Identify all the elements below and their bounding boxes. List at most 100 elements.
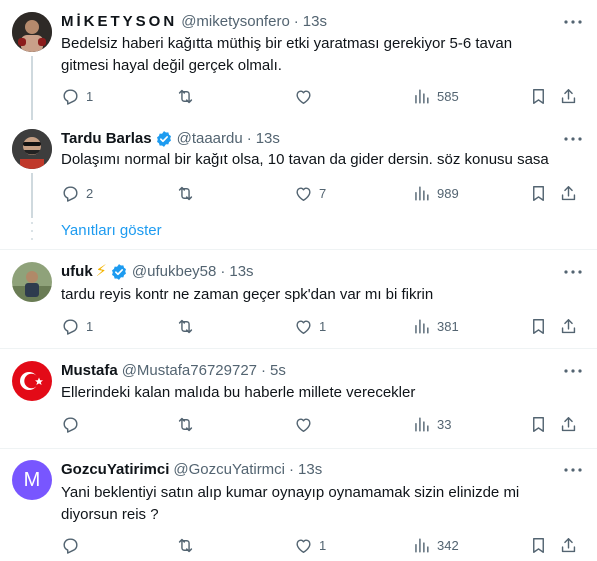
more-icon[interactable] (563, 262, 583, 282)
verified-badge-icon (156, 131, 171, 147)
separator: · (293, 13, 299, 30)
tweet-3[interactable]: ufuk ⚡ @ufukbey58 · 13s tardu reyis kont… (0, 250, 597, 348)
retweet-button[interactable] (176, 535, 195, 555)
like-button[interactable] (294, 86, 313, 106)
reply-count: 1 (86, 88, 94, 104)
share-button[interactable] (559, 183, 578, 203)
timestamp[interactable]: 13s (256, 129, 280, 149)
more-icon[interactable] (563, 460, 583, 480)
bookmark-button[interactable] (529, 183, 548, 203)
tweet-text: Ellerindeki kalan malıda bu haberle mill… (61, 384, 416, 401)
reply-count: 1 (86, 318, 94, 334)
like-icon (294, 415, 313, 434)
timestamp[interactable]: 13s (229, 262, 253, 282)
bookmark-icon (529, 87, 548, 106)
views-button[interactable]: 33 (412, 414, 451, 434)
tweet-1[interactable]: MİKETYSON @miketysonfero · 13s Bedelsiz … (0, 0, 597, 121)
retweet-button[interactable] (176, 86, 195, 106)
reply-button[interactable]: 2 (61, 183, 93, 203)
avatar[interactable] (12, 12, 52, 52)
share-icon (559, 184, 578, 203)
tweet-5[interactable]: M GozcuYatirimci @GozcuYatirmci · 13s Ya… (0, 449, 597, 561)
more-icon[interactable] (563, 361, 583, 381)
reply-button[interactable]: 1 (61, 316, 93, 336)
like-count: 7 (319, 185, 327, 201)
like-button[interactable]: 1 (294, 535, 326, 555)
display-name[interactable]: ufuk (61, 262, 93, 282)
retweet-icon (176, 536, 195, 555)
retweet-icon (176, 317, 195, 336)
views-icon (412, 87, 431, 106)
retweet-button[interactable] (176, 183, 195, 203)
bookmark-button[interactable] (529, 414, 548, 434)
timestamp[interactable]: 13s (303, 12, 327, 32)
share-button[interactable] (559, 535, 578, 555)
avatar[interactable] (12, 129, 52, 169)
tweet-text: Yani beklentiyi satın alıp kumar oynayıp… (61, 484, 520, 523)
views-button[interactable]: 342 (412, 535, 459, 555)
bookmark-icon (529, 415, 548, 434)
avatar[interactable] (12, 361, 52, 401)
retweet-icon (176, 184, 195, 203)
like-icon (294, 184, 313, 203)
like-button[interactable]: 1 (294, 316, 326, 336)
views-button[interactable]: 989 (412, 183, 459, 203)
like-icon (294, 536, 313, 555)
reply-button[interactable]: 1 (61, 86, 93, 106)
user-handle[interactable]: @miketysonfero (181, 12, 290, 32)
reply-icon (61, 87, 80, 106)
separator: · (220, 263, 226, 280)
display-name[interactable]: GozcuYatirimci (61, 460, 169, 480)
views-button[interactable]: 585 (412, 86, 459, 106)
timestamp[interactable]: 13s (298, 460, 322, 480)
separator: · (246, 130, 252, 147)
reply-button[interactable] (61, 535, 80, 555)
reply-button[interactable] (61, 414, 80, 434)
views-count: 33 (437, 416, 452, 432)
separator: · (289, 461, 295, 478)
show-replies-link[interactable]: Yanıtları göster (61, 221, 162, 241)
reply-icon (61, 536, 80, 555)
timestamp[interactable]: 5s (270, 361, 286, 381)
bookmark-button[interactable] (529, 535, 548, 555)
share-icon (559, 317, 578, 336)
retweet-button[interactable] (176, 316, 195, 336)
share-button[interactable] (559, 414, 578, 434)
tweet-4[interactable]: Mustafa @Mustafa76729727 · 5s Ellerindek… (0, 349, 597, 448)
like-button[interactable] (294, 414, 313, 434)
like-icon (294, 87, 313, 106)
bookmark-icon (529, 184, 548, 203)
share-icon (559, 87, 578, 106)
display-name[interactable]: Mustafa (61, 361, 118, 381)
views-count: 585 (437, 88, 459, 104)
more-icon[interactable] (563, 12, 583, 32)
retweet-button[interactable] (176, 414, 195, 434)
like-icon (294, 317, 313, 336)
bookmark-button[interactable] (529, 316, 548, 336)
user-handle[interactable]: @ufukbey58 (132, 262, 216, 282)
more-icon[interactable] (563, 129, 583, 149)
share-button[interactable] (559, 86, 578, 106)
tweet-text: Bedelsiz haberi kağıtta müthiş bir etki … (61, 35, 513, 74)
share-icon (559, 536, 578, 555)
verified-badge-icon (111, 264, 126, 280)
like-button[interactable]: 7 (294, 183, 326, 203)
like-count: 1 (319, 537, 327, 553)
views-button[interactable]: 381 (412, 316, 459, 336)
reply-icon (61, 184, 80, 203)
user-handle[interactable]: @Mustafa76729727 (122, 361, 257, 381)
thread-dots (29, 222, 35, 240)
like-count: 1 (319, 318, 327, 334)
views-icon (412, 317, 431, 336)
views-icon (412, 184, 431, 203)
tweet-text: tardu reyis kontr ne zaman geçer spk'dan… (61, 286, 434, 303)
display-name[interactable]: Tardu Barlas (61, 129, 152, 149)
share-button[interactable] (559, 316, 578, 336)
avatar[interactable]: M (12, 460, 52, 500)
display-name[interactable]: MİKETYSON (61, 12, 177, 32)
user-handle[interactable]: @taaardu (177, 129, 243, 149)
user-handle[interactable]: @GozcuYatirmci (173, 460, 285, 480)
avatar[interactable] (12, 262, 52, 302)
bookmark-button[interactable] (529, 86, 548, 106)
share-icon (559, 415, 578, 434)
